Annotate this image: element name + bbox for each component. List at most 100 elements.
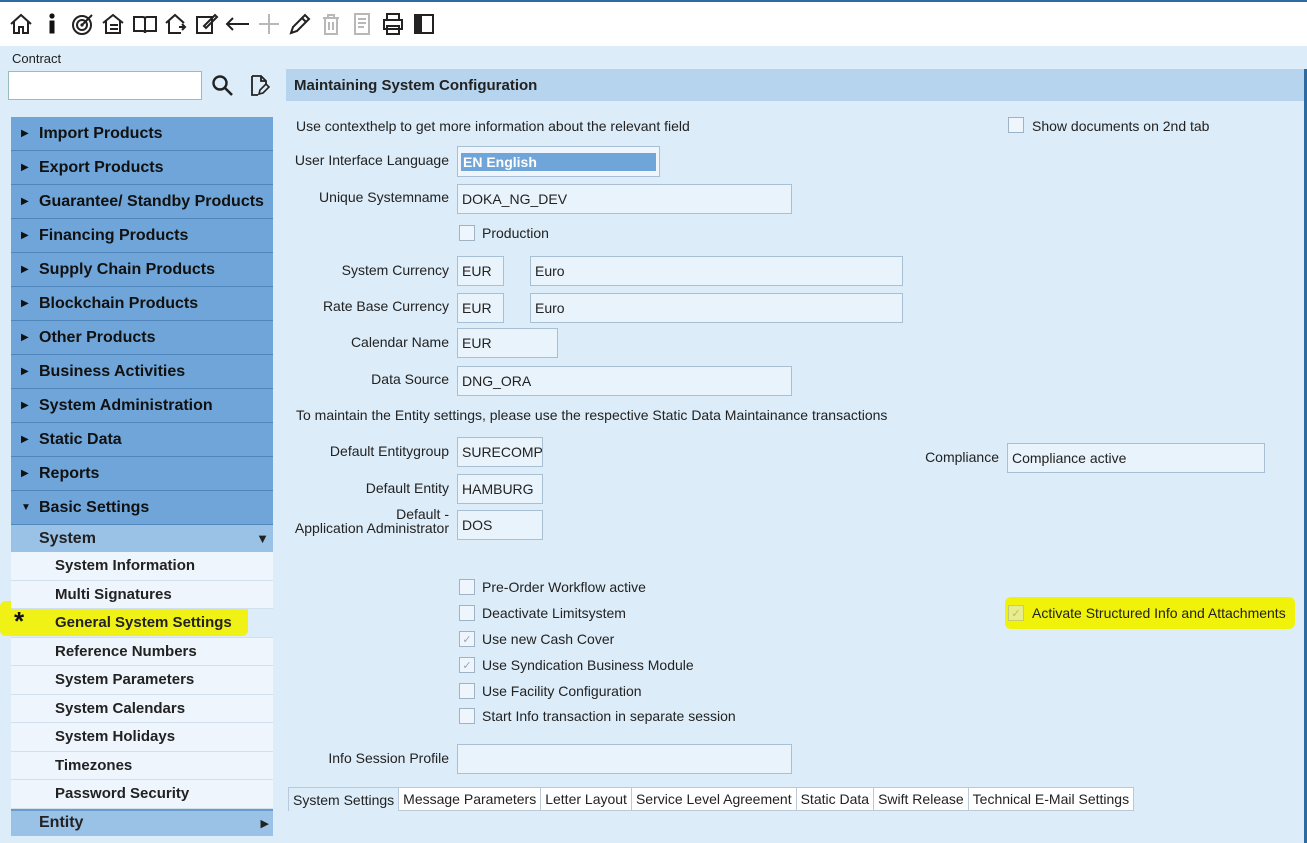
ui-language-select[interactable]: EN English [457, 146, 660, 177]
nav-category-blockchain-products[interactable]: ▶ Blockchain Products [11, 287, 273, 321]
nav-category-export-products[interactable]: ▶ Export Products [11, 151, 273, 185]
report-icon[interactable] [347, 9, 377, 39]
nav-category-import-products[interactable]: ▶ Import Products [11, 117, 273, 151]
tab-message-parameters[interactable]: Message Parameters [399, 787, 542, 811]
nav-category-basic-settings[interactable]: ▼ Basic Settings [11, 491, 273, 525]
entity-note: To maintain the Entity settings, please … [296, 407, 888, 423]
nav-group-label: System [39, 529, 96, 547]
main-content: Use contexthelp to get more information … [286, 101, 1307, 843]
tab-technical-email-settings[interactable]: Technical E-Mail Settings [968, 787, 1135, 811]
transfer-icon[interactable] [161, 9, 191, 39]
system-currency-name-field[interactable]: Euro [530, 256, 903, 286]
nav-category-supply-chain-products[interactable]: ▶ Supply Chain Products [11, 253, 273, 287]
nav-category-label: Static Data [39, 430, 122, 448]
contract-input[interactable] [8, 71, 202, 100]
checkmark-icon: ✓ [462, 633, 472, 646]
checkmark-icon: ✓ [1011, 607, 1021, 620]
pre-order-workflow-label: Pre-Order Workflow active [482, 579, 646, 595]
syndication-checkbox[interactable]: ✓ [459, 657, 475, 673]
deactivate-limitsystem-checkbox[interactable] [459, 605, 475, 621]
nav-category-label: Export Products [39, 158, 164, 176]
expand-arrow-icon: ▶ [21, 230, 29, 241]
start-info-separate-session-checkbox[interactable] [459, 708, 475, 724]
rate-base-currency-code-field[interactable]: EUR [457, 293, 504, 323]
structured-info-checkbox[interactable]: ✓ [1008, 605, 1024, 621]
navigation-tree: ▶ Import Products ▶ Export Products ▶ Guara… [11, 117, 273, 836]
default-admin-field[interactable]: DOS [457, 510, 543, 540]
nav-category-other-products[interactable]: ▶ Other Products [11, 321, 273, 355]
data-source-label: Data Source [371, 371, 449, 387]
nav-category-label: Supply Chain Products [39, 260, 216, 278]
nav-item-multi-signatures[interactable]: Multi Signatures [11, 580, 273, 609]
nav-category-business-activities[interactable]: ▶ Business Activities [11, 355, 273, 389]
nav-group-entity[interactable]: Entity ▶ [11, 808, 273, 836]
search-icon[interactable] [210, 73, 236, 99]
info-session-profile-field[interactable] [457, 744, 792, 774]
nav-item-system-information[interactable]: System Information [11, 552, 273, 581]
expand-arrow-icon: ▶ [21, 434, 29, 445]
tree-icon[interactable] [99, 9, 129, 39]
compliance-field[interactable]: Compliance active [1007, 443, 1265, 473]
back-arrow-icon[interactable] [223, 9, 253, 39]
default-entitygroup-field[interactable]: SURECOMP [457, 437, 543, 467]
facility-configuration-label: Use Facility Configuration [482, 683, 642, 699]
nav-category-financing-products[interactable]: ▶ Financing Products [11, 219, 273, 253]
ui-language-label: User Interface Language [294, 152, 449, 168]
nav-category-system-administration[interactable]: ▶ System Administration [11, 389, 273, 423]
pre-order-workflow-checkbox[interactable] [459, 579, 475, 595]
info-icon[interactable] [37, 9, 67, 39]
trash-icon[interactable] [316, 9, 346, 39]
data-source-field[interactable]: DNG_ORA [457, 366, 792, 396]
tab-service-level-agreement[interactable]: Service Level Agreement [631, 787, 797, 811]
cash-cover-checkbox[interactable]: ✓ [459, 631, 475, 647]
edit-icon[interactable] [192, 9, 222, 39]
tab-static-data[interactable]: Static Data [796, 787, 875, 811]
print-icon[interactable] [378, 9, 408, 39]
nav-category-reports[interactable]: ▶ Reports [11, 457, 273, 491]
deactivate-limitsystem-label: Deactivate Limitsystem [482, 605, 626, 621]
nav-category-label: Other Products [39, 328, 156, 346]
home-icon[interactable] [6, 9, 36, 39]
target-icon[interactable] [68, 9, 98, 39]
nav-category-label: Guarantee/ Standby Products [39, 192, 264, 210]
rate-base-currency-name-field[interactable]: Euro [530, 293, 903, 323]
calendar-name-field[interactable]: EUR [457, 328, 558, 358]
tab-letter-layout[interactable]: Letter Layout [541, 787, 632, 811]
book-icon[interactable] [130, 9, 160, 39]
nav-category-label: Import Products [39, 124, 163, 142]
compliance-label: Compliance [925, 449, 999, 465]
facility-configuration-checkbox[interactable] [459, 683, 475, 699]
pencil-icon[interactable] [285, 9, 315, 39]
document-edit-icon[interactable] [246, 73, 272, 99]
nav-item-system-holidays[interactable]: System Holidays [11, 723, 273, 752]
default-entity-field[interactable]: HAMBURG [457, 474, 543, 504]
expand-arrow-icon: ▶ [21, 162, 29, 173]
star-marker: * [14, 606, 25, 636]
nav-item-system-parameters[interactable]: System Parameters [11, 666, 273, 695]
nav-item-label: Password Security [55, 785, 190, 803]
panel-icon[interactable] [409, 9, 439, 39]
nav-item-timezones[interactable]: Timezones [11, 751, 273, 780]
contract-label: Contract [12, 51, 62, 66]
tab-swift-release[interactable]: Swift Release [874, 787, 969, 811]
nav-category-static-data[interactable]: ▶ Static Data [11, 423, 273, 457]
nav-group-system[interactable]: System ▼ [11, 525, 273, 552]
production-checkbox[interactable] [459, 225, 475, 241]
nav-category-label: Blockchain Products [39, 294, 199, 312]
unique-systemname-field[interactable]: DOKA_NG_DEV [457, 184, 792, 214]
nav-item-general-system-settings[interactable]: General System Settings [11, 609, 273, 638]
collapse-arrow-icon: ▼ [256, 531, 269, 546]
system-currency-code-field[interactable]: EUR [457, 256, 504, 286]
add-icon[interactable] [254, 9, 284, 39]
nav-item-label: System Calendars [55, 699, 186, 717]
nav-item-label: Multi Signatures [55, 585, 172, 603]
left-panel: Contract ▶ Import Products ▶ Export Produc… [0, 46, 286, 843]
nav-item-system-calendars[interactable]: System Calendars [11, 694, 273, 723]
nav-item-password-security[interactable]: Password Security [11, 780, 273, 809]
nav-category-guarantee-standby-products[interactable]: ▶ Guarantee/ Standby Products [11, 185, 273, 219]
tab-system-settings[interactable]: System Settings [288, 787, 400, 811]
nav-item-reference-numbers[interactable]: Reference Numbers [11, 637, 273, 666]
nav-category-label: Basic Settings [39, 498, 150, 516]
settings-tabs: System Settings Message Parameters Lette… [288, 787, 1135, 811]
show-documents-checkbox[interactable] [1008, 117, 1024, 133]
